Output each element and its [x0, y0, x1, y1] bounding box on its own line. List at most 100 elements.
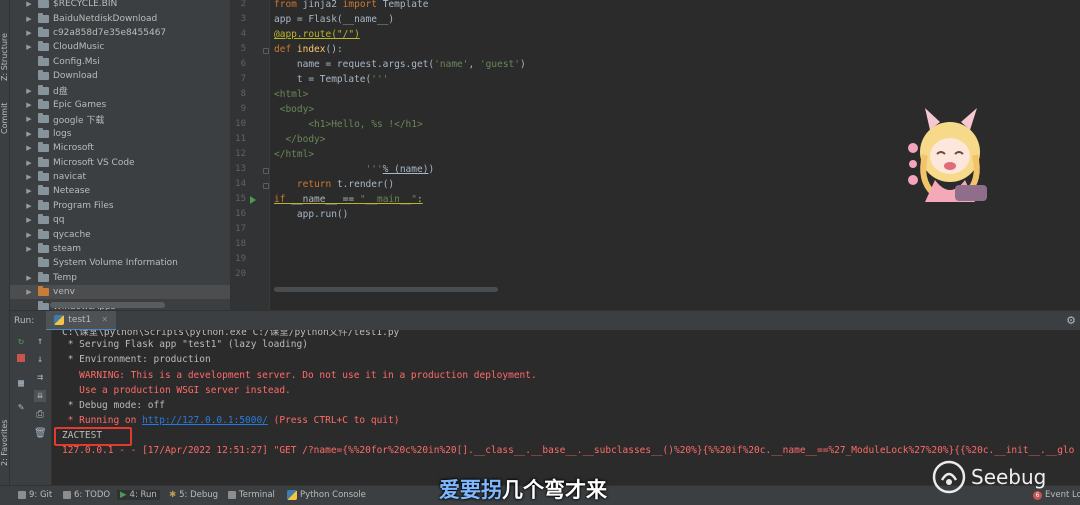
fold-marker[interactable]: [263, 48, 269, 54]
folder-icon: [38, 271, 49, 282]
code-line-14: return t.render(): [296, 179, 395, 190]
chevron-right-icon[interactable]: ▶: [24, 115, 34, 123]
console-warning-line: Use a production WSGI server instead.: [62, 385, 291, 396]
todo-tab[interactable]: 6: TODO: [63, 490, 110, 500]
folder-icon: [38, 84, 49, 95]
tree-item[interactable]: ▶ Program Files: [10, 199, 230, 213]
print-icon[interactable]: ⎙: [34, 409, 46, 421]
chevron-right-icon[interactable]: ▶: [24, 130, 34, 138]
tree-horizontal-scrollbar[interactable]: [50, 302, 165, 308]
server-url-link[interactable]: http://127.0.0.1:5000/: [142, 415, 268, 426]
chevron-right-icon[interactable]: ▶: [24, 274, 34, 282]
chevron-right-icon[interactable]: ▶: [24, 43, 34, 51]
structure-tab[interactable]: Z: Structure: [0, 28, 10, 86]
debug-tab[interactable]: ✱ 5: Debug: [169, 490, 218, 500]
favorites-tab[interactable]: 2: Favorites: [0, 415, 10, 471]
chevron-right-icon[interactable]: ▶: [24, 29, 34, 37]
tree-item[interactable]: ▶ navicat: [10, 170, 230, 184]
chevron-right-icon[interactable]: ▶: [24, 101, 34, 109]
scroll-to-end-icon[interactable]: ⇊: [34, 390, 46, 402]
todo-icon: [63, 491, 71, 499]
console-running-line: * Running on http://127.0.0.1:5000/ (Pre…: [62, 415, 400, 426]
tree-item[interactable]: ▶ BaiduNetdiskDownload: [10, 11, 230, 25]
run-gutter-icon[interactable]: [250, 196, 256, 204]
chevron-right-icon[interactable]: ▶: [24, 187, 34, 195]
fold-marker[interactable]: [263, 168, 269, 174]
tree-item[interactable]: ▶ qq: [10, 213, 230, 227]
fold-marker[interactable]: [263, 183, 269, 189]
line-number: 9: [240, 104, 246, 114]
tree-item[interactable]: ▶ steam: [10, 242, 230, 256]
run-tool-tab[interactable]: ▶ 4: Run: [117, 490, 160, 500]
chevron-right-icon[interactable]: ▶: [24, 202, 34, 210]
tree-item[interactable]: ▶ CloudMusic: [10, 40, 230, 54]
line-number: 13: [235, 164, 246, 174]
tree-item[interactable]: ▶ Microsoft: [10, 141, 230, 155]
layout-icon[interactable]: ▦: [15, 378, 27, 390]
close-tab-icon[interactable]: ✕: [101, 315, 108, 324]
commit-tab[interactable]: Commit: [0, 98, 10, 138]
tree-item-label: Config.Msi: [53, 56, 100, 67]
tree-item[interactable]: ▶ $RECYCLE.BIN: [10, 0, 230, 11]
arrow-up-icon[interactable]: ↑: [34, 336, 46, 348]
console-warning-line: WARNING: This is a development server. D…: [62, 370, 537, 381]
chevron-right-icon[interactable]: ▶: [24, 173, 34, 181]
tree-item-label: qq: [53, 215, 65, 226]
run-tab-test1[interactable]: test1 ✕: [46, 310, 117, 331]
tree-item[interactable]: ▶ Microsoft VS Code: [10, 155, 230, 169]
terminal-tab[interactable]: Terminal: [228, 490, 275, 500]
code-line-9: <body>: [274, 104, 315, 115]
highlight-box: [54, 427, 132, 446]
rerun-icon[interactable]: ↻: [15, 336, 27, 348]
chevron-right-icon[interactable]: ▶: [24, 159, 34, 167]
console-line: * Environment: production: [62, 354, 211, 365]
line-number: 18: [235, 239, 246, 249]
soft-wrap-icon[interactable]: ⇉: [34, 372, 46, 384]
chevron-right-icon[interactable]: ▶: [24, 144, 34, 152]
tree-item-label: logs: [53, 128, 72, 139]
chevron-right-icon[interactable]: ▶: [24, 15, 34, 23]
tree-item[interactable]: ▶ Netease: [10, 184, 230, 198]
tree-item[interactable]: Config.Msi: [10, 55, 230, 69]
tree-item[interactable]: ▶ logs: [10, 127, 230, 141]
folder-icon: [38, 228, 49, 239]
chevron-right-icon[interactable]: ▶: [24, 245, 34, 253]
tree-item-label: CloudMusic: [53, 42, 105, 53]
stop-icon[interactable]: [15, 354, 27, 366]
tree-item-label: Program Files: [53, 200, 114, 211]
tree-item[interactable]: ▶ Temp: [10, 271, 230, 285]
tree-item[interactable]: ▶ qycache: [10, 227, 230, 241]
tree-item[interactable]: Download: [10, 69, 230, 83]
code-line-8: <html>: [274, 89, 309, 100]
tree-item[interactable]: ▶ google 下载: [10, 112, 230, 126]
trash-icon[interactable]: 🗑: [34, 428, 47, 440]
gear-icon[interactable]: ⚙: [1066, 314, 1076, 327]
line-number: 17: [235, 224, 246, 234]
git-icon: [18, 491, 26, 499]
chevron-right-icon[interactable]: ▶: [24, 231, 34, 239]
code-line-12: </html>: [274, 149, 315, 160]
watermark-text: Seebug: [971, 465, 1047, 489]
arrow-down-icon[interactable]: ↓: [34, 354, 46, 366]
line-number: 5: [240, 44, 246, 54]
line-number: 3: [240, 14, 246, 24]
tree-item[interactable]: ▶ c92a858d7e35e8455467: [10, 26, 230, 40]
chevron-right-icon[interactable]: ▶: [24, 216, 34, 224]
editor-horizontal-scrollbar[interactable]: [274, 287, 498, 292]
run-console[interactable]: C:\课堂\python\Scripts\python.exe C:/课堂/py…: [52, 330, 1080, 485]
folder-icon: [38, 55, 49, 66]
chevron-right-icon[interactable]: ▶: [24, 0, 34, 8]
chevron-right-icon[interactable]: ▶: [24, 288, 34, 296]
tree-item[interactable]: ▶ venv: [10, 285, 230, 300]
code-line-13: '''% (name)): [274, 164, 435, 175]
tree-item[interactable]: System Volume Information: [10, 256, 230, 270]
tree-item[interactable]: ▶ d盘: [10, 83, 230, 97]
folder-icon: [38, 70, 49, 81]
tree-item[interactable]: ▶ Epic Games: [10, 98, 230, 112]
chevron-right-icon[interactable]: ▶: [24, 87, 34, 95]
pin-icon[interactable]: ✎: [15, 402, 27, 414]
terminal-icon: [228, 491, 236, 499]
python-console-tab[interactable]: Python Console: [287, 490, 366, 500]
folder-icon: [38, 142, 49, 153]
git-tab[interactable]: 9: Git: [18, 490, 52, 500]
